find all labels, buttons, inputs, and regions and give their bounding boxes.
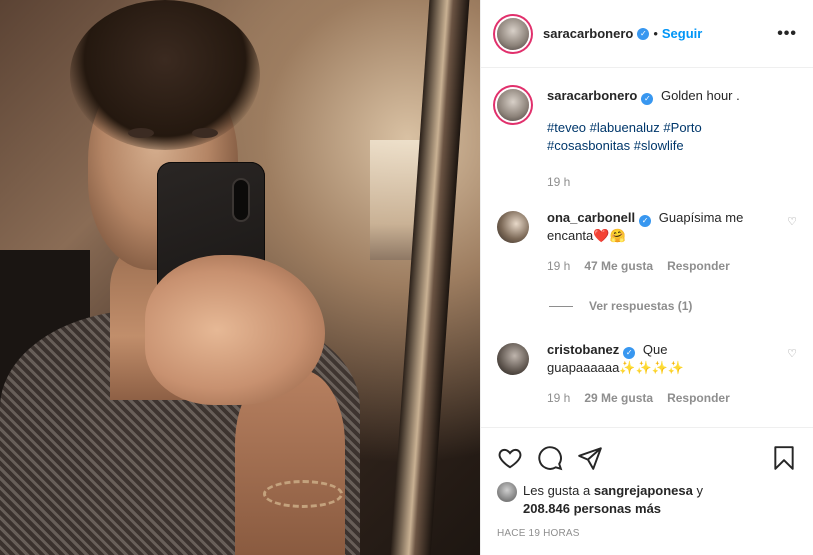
liker-username[interactable]: sangrejaponesa bbox=[594, 483, 693, 498]
liker-avatar[interactable] bbox=[497, 482, 517, 502]
hashtag-link[interactable]: #labuenaluz bbox=[590, 120, 660, 135]
comment-meta: 19 h 47 Me gusta Responder bbox=[547, 257, 775, 275]
comment-time[interactable]: 19 h bbox=[547, 389, 570, 407]
view-replies-button[interactable]: Ver respuestas (1) bbox=[549, 299, 797, 313]
likes-others[interactable]: 208.846 personas más bbox=[523, 501, 661, 516]
comment-meta: 19 h 29 Me gusta Responder bbox=[547, 389, 775, 407]
action-icons bbox=[497, 438, 797, 478]
follow-button[interactable]: Seguir bbox=[662, 26, 702, 41]
post-side-panel: saracarbonero ✓ • Seguir ••• saracarbone… bbox=[480, 0, 813, 555]
likes-prefix: Les gusta a bbox=[523, 483, 591, 498]
heart-icon[interactable] bbox=[497, 445, 523, 471]
caption-avatar[interactable] bbox=[497, 89, 529, 121]
post-timestamp[interactable]: HACE 19 HORAS bbox=[497, 528, 797, 539]
comment-text: guapaaaaaa bbox=[547, 360, 620, 375]
comment-text: encanta bbox=[547, 228, 594, 243]
commenter-username[interactable]: ona_carbonell bbox=[547, 210, 635, 225]
view-replies-label: Ver respuestas (1) bbox=[589, 299, 693, 313]
commenter-avatar[interactable] bbox=[497, 211, 529, 243]
comment-text: Que bbox=[642, 342, 668, 357]
hashtag-link[interactable]: #cosasbonitas bbox=[547, 138, 630, 153]
comments-list[interactable]: saracarbonero ✓ Golden hour . #teveo #lab… bbox=[481, 69, 813, 427]
caption-meta: 19 h bbox=[547, 173, 797, 191]
comment-item: cristobanez ✓ Que guapaaaaaa✨✨✨✨ 19 h 29 … bbox=[497, 341, 797, 407]
caption-time[interactable]: 19 h bbox=[547, 173, 570, 191]
separator-dot: • bbox=[653, 26, 658, 41]
comment-likes[interactable]: 29 Me gusta bbox=[584, 389, 653, 407]
verified-badge-icon: ✓ bbox=[641, 93, 654, 105]
post-actions: Les gusta a sangrejaponesa y 208.846 per… bbox=[481, 427, 813, 539]
author-username[interactable]: saracarbonero bbox=[543, 26, 633, 41]
commenter-avatar[interactable] bbox=[497, 343, 529, 375]
comment-time[interactable]: 19 h bbox=[547, 257, 570, 275]
bookmark-icon[interactable] bbox=[771, 445, 797, 471]
comment-emoji: ✨✨✨✨ bbox=[619, 360, 685, 375]
replies-line bbox=[549, 305, 573, 307]
verified-badge-icon: ✓ bbox=[637, 27, 650, 40]
hashtag-link[interactable]: #slowlife bbox=[634, 138, 684, 153]
reply-button[interactable]: Responder bbox=[667, 389, 730, 407]
caption-text: Golden hour . bbox=[660, 88, 740, 103]
share-icon[interactable] bbox=[577, 445, 603, 471]
caption: saracarbonero ✓ Golden hour . #teveo #lab… bbox=[497, 87, 797, 191]
instagram-post: saracarbonero ✓ • Seguir ••• saracarbone… bbox=[0, 0, 813, 555]
photo-eye-right bbox=[192, 128, 218, 138]
comment-item: ona_carbonell ✓ Guapísima me encanta❤️🤗 1… bbox=[497, 209, 797, 275]
photo-camera-module bbox=[232, 178, 250, 222]
post-photo[interactable] bbox=[0, 0, 480, 555]
post-header: saracarbonero ✓ • Seguir ••• bbox=[481, 0, 813, 68]
commenter-username[interactable]: cristobanez bbox=[547, 342, 619, 357]
photo-eye-left bbox=[128, 128, 154, 138]
comment-emoji: ❤️🤗 bbox=[593, 228, 626, 243]
verified-badge-icon: ✓ bbox=[639, 215, 652, 227]
author-avatar[interactable] bbox=[497, 17, 529, 50]
small-heart-icon[interactable]: ♡ bbox=[787, 347, 797, 407]
likes-joiner: y bbox=[696, 483, 703, 498]
hashtag-link[interactable]: #Porto bbox=[663, 120, 701, 135]
verified-badge-icon: ✓ bbox=[623, 347, 636, 359]
hashtag-link[interactable]: #teveo bbox=[547, 120, 586, 135]
photo-bracelet bbox=[263, 480, 343, 508]
reply-button[interactable]: Responder bbox=[667, 257, 730, 275]
more-options-icon[interactable]: ••• bbox=[777, 25, 797, 43]
comment-text: Guapísima me bbox=[658, 210, 744, 225]
caption-hashtags: #teveo #labuenaluz #Porto #cosasbonitas … bbox=[547, 119, 797, 155]
comment-likes[interactable]: 47 Me gusta bbox=[584, 257, 653, 275]
small-heart-icon[interactable]: ♡ bbox=[787, 215, 797, 275]
comment-icon[interactable] bbox=[537, 445, 563, 471]
caption-username[interactable]: saracarbonero bbox=[547, 88, 637, 103]
photo-hair bbox=[70, 0, 260, 150]
likes-summary: Les gusta a sangrejaponesa y 208.846 per… bbox=[497, 482, 797, 518]
